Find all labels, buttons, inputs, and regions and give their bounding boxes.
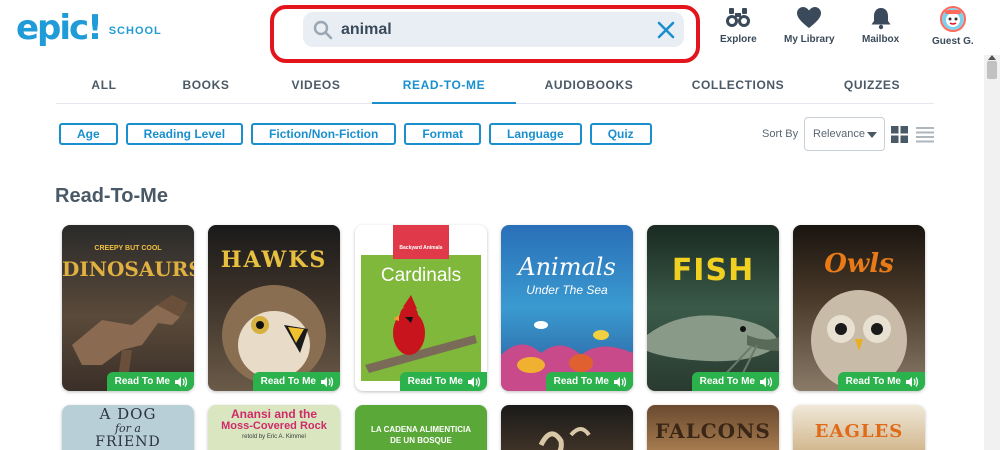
filter-reading-level[interactable]: Reading Level	[125, 123, 244, 145]
nav-mailbox[interactable]: Mailbox	[862, 6, 899, 45]
read-to-me-badge: Read To Me	[252, 372, 340, 391]
book-card-dark-cover[interactable]	[501, 405, 633, 450]
read-to-me-badge: Read To Me	[545, 372, 633, 391]
speaker-icon	[906, 376, 919, 387]
content-type-tabs: ALL BOOKS VIDEOS READ-TO-ME AUDIOBOOKS C…	[56, 70, 934, 104]
book-card-animals-under-the-sea[interactable]: Animals Under The Sea Read To Me	[501, 225, 633, 391]
book-card-hawks[interactable]: HAWKS Read To Me	[208, 225, 340, 391]
filter-quiz[interactable]: Quiz	[589, 123, 652, 145]
nav-explore-label: Explore	[720, 34, 757, 45]
book-title: A DOG	[99, 405, 157, 423]
book-card-eagles[interactable]: EAGLES	[793, 405, 925, 450]
header: epic! SCHOOL Explore	[0, 0, 1000, 66]
book-card-fish[interactable]: FISH Read To Me	[647, 225, 779, 391]
sort-dropdown[interactable]: Relevance	[804, 117, 885, 151]
book-title: HAWKS	[220, 247, 328, 273]
section-title: Read-To-Me	[55, 185, 168, 207]
speaker-icon	[760, 376, 773, 387]
book-title: Owls	[824, 249, 894, 279]
speaker-icon	[468, 376, 481, 387]
logo-word: epic!	[16, 8, 103, 48]
read-to-me-badge: Read To Me	[691, 372, 779, 391]
read-to-me-badge: Read To Me	[106, 372, 194, 391]
book-cover-art	[501, 321, 633, 391]
tab-books[interactable]: BOOKS	[152, 70, 260, 103]
sort-value: Relevance	[813, 128, 865, 140]
book-card-dinosaurs[interactable]: CREEPY BUT COOL DINOSAURS Read To Me	[62, 225, 194, 391]
chevron-down-icon	[867, 132, 877, 138]
search-input[interactable]	[341, 20, 641, 39]
book-card-cardinals[interactable]: Backyard Animals Cardinals Read To Me	[355, 225, 487, 391]
book-title: FALCONS	[655, 419, 771, 443]
heart-icon	[797, 7, 822, 28]
tab-all[interactable]: ALL	[56, 70, 152, 103]
sort-by-label: Sort By	[762, 128, 799, 140]
epic-logo[interactable]: epic! SCHOOL	[16, 10, 162, 46]
grid-view-icon[interactable]	[891, 126, 908, 143]
filter-bar: Age Reading Level Fiction/Non-Fiction Fo…	[59, 123, 652, 145]
book-kicker: Backyard Animals	[399, 245, 443, 251]
scrollbar[interactable]	[984, 55, 1000, 450]
book-title: FISH	[671, 253, 755, 288]
filter-age[interactable]: Age	[59, 123, 118, 145]
bell-icon	[871, 8, 891, 30]
nav-guest-label: Guest G.	[932, 36, 974, 47]
book-card-anansi[interactable]: Anansi and the Moss-Covered Rock retold …	[208, 405, 340, 450]
book-title: Animals	[518, 253, 616, 281]
book-title-line3: retold by Eric A. Kimmel	[242, 434, 306, 440]
book-title-line3: FRIEND	[95, 434, 161, 450]
tab-quizzes[interactable]: QUIZZES	[814, 70, 930, 103]
book-title: EAGLES	[814, 421, 904, 442]
list-view-icon[interactable]	[916, 126, 934, 143]
badge-label: Read To Me	[114, 376, 170, 387]
book-title: Cardinals	[380, 265, 462, 286]
binoculars-icon	[726, 8, 751, 27]
filter-fiction-nonfiction[interactable]: Fiction/Non-Fiction	[251, 123, 397, 145]
book-card-falcons[interactable]: FALCONS	[647, 405, 779, 450]
book-cover-art	[538, 427, 591, 450]
filter-format[interactable]: Format	[404, 123, 482, 145]
avatar	[939, 6, 966, 32]
book-title-line2: DE UN BOSQUE	[390, 436, 452, 445]
close-icon[interactable]	[656, 20, 676, 40]
read-to-me-badge: Read To Me	[399, 372, 487, 391]
scroll-thumb[interactable]	[987, 61, 997, 79]
top-nav: Explore My Library Mailbox Guest G.	[710, 6, 1000, 56]
book-kicker: CREEPY BUT COOL	[94, 245, 162, 252]
badge-label: Read To Me	[699, 376, 755, 387]
book-card-a-dog-for-a-friend[interactable]: A DOG for a FRIEND	[62, 405, 194, 450]
book-subtitle: Under The Sea	[526, 283, 608, 297]
book-cover-art	[647, 315, 779, 386]
nav-my-library-label: My Library	[784, 34, 835, 45]
tab-read-to-me[interactable]: READ-TO-ME	[372, 70, 516, 104]
speaker-icon	[175, 376, 188, 387]
nav-mailbox-label: Mailbox	[862, 34, 900, 45]
badge-label: Read To Me	[260, 376, 316, 387]
book-title: LA CADENA ALIMENTICIA	[371, 425, 471, 434]
badge-label: Read To Me	[553, 376, 609, 387]
book-title: Anansi and the	[230, 407, 317, 421]
nav-my-library[interactable]: My Library	[784, 6, 835, 45]
book-title: DINOSAURS	[62, 257, 194, 281]
avatar-face-icon	[941, 8, 964, 30]
tab-videos[interactable]: VIDEOS	[260, 70, 372, 103]
book-title-line2: Moss-Covered Rock	[221, 420, 327, 432]
tab-collections[interactable]: COLLECTIONS	[662, 70, 814, 103]
book-card-owls[interactable]: Owls Read To Me	[793, 225, 925, 391]
read-to-me-badge: Read To Me	[837, 372, 925, 391]
badge-label: Read To Me	[845, 376, 901, 387]
tab-audiobooks[interactable]: AUDIOBOOKS	[516, 70, 662, 103]
search-bar[interactable]	[303, 12, 684, 47]
book-card-la-cadena-alimenticia[interactable]: LA CADENA ALIMENTICIA DE UN BOSQUE	[355, 405, 487, 450]
scroll-up-arrow[interactable]	[988, 55, 996, 60]
filter-language[interactable]: Language	[489, 123, 582, 145]
search-icon	[313, 20, 333, 39]
speaker-icon	[321, 376, 334, 387]
speaker-icon	[614, 376, 627, 387]
badge-label: Read To Me	[407, 376, 463, 387]
nav-explore[interactable]: Explore	[720, 6, 757, 45]
logo-school-label: SCHOOL	[108, 25, 162, 37]
nav-guest-profile[interactable]: Guest G.	[932, 6, 974, 47]
